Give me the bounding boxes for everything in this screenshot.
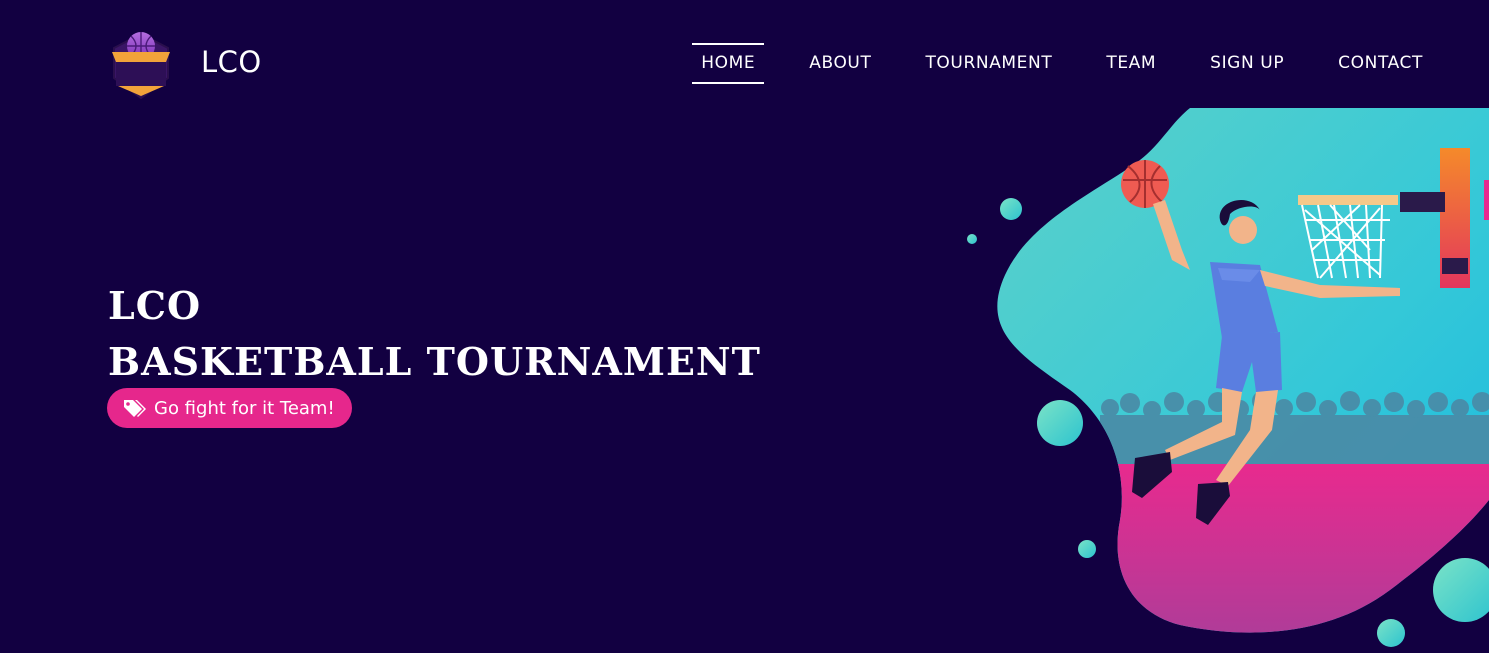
hero-title-line2: BASKETBALL TOURNAMENT — [108, 339, 761, 384]
nav-contact[interactable]: CONTACT — [1329, 43, 1432, 84]
decor-dot — [1433, 558, 1489, 622]
decor-dot — [1037, 400, 1083, 446]
hero-title: LCO BASKETBALL TOURNAMENT — [108, 278, 761, 390]
go-fight-button[interactable]: Go fight for it Team! — [107, 388, 352, 428]
lco-logo[interactable] — [106, 26, 176, 102]
hero-title-line1: LCO — [108, 283, 202, 328]
decor-dot — [1078, 540, 1096, 558]
nav-tournament[interactable]: TOURNAMENT — [916, 43, 1061, 84]
decor-dot — [1000, 198, 1022, 220]
nav-home[interactable]: HOME — [692, 43, 765, 84]
tags-icon — [124, 400, 146, 417]
nav-sign-up[interactable]: SIGN UP — [1201, 43, 1293, 84]
go-fight-button-label: Go fight for it Team! — [154, 397, 335, 419]
decor-dot — [1377, 619, 1405, 647]
main-nav: HOME ABOUT TOURNAMENT TEAM SIGN UP CONTA… — [692, 43, 1432, 84]
decor-dot — [967, 234, 977, 244]
nav-about[interactable]: ABOUT — [800, 43, 880, 84]
brand-name[interactable]: LCO — [201, 42, 262, 82]
nav-team[interactable]: TEAM — [1097, 43, 1165, 84]
landing-page: LCO HOME ABOUT TOURNAMENT TEAM SIGN UP C… — [0, 0, 1489, 653]
basketball-player-illustration — [967, 108, 1489, 647]
